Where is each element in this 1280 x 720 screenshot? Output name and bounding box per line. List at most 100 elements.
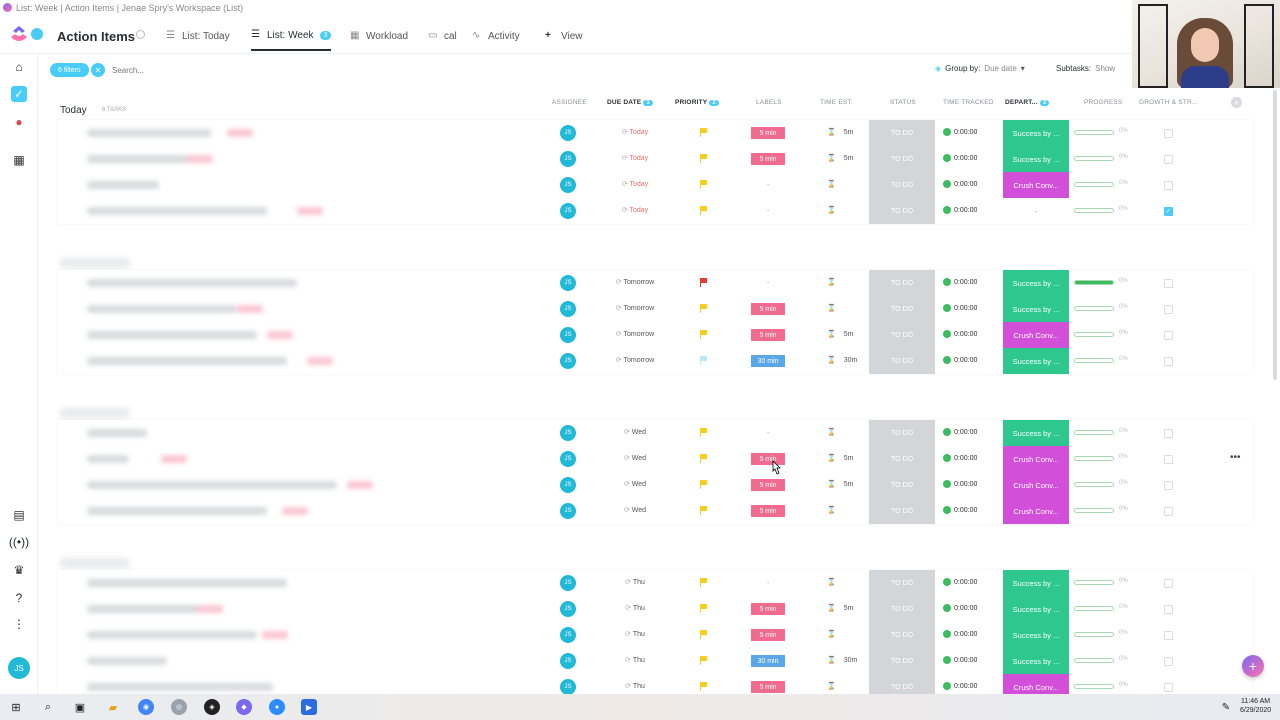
priority-flag-icon[interactable] [700,154,708,163]
task-row[interactable]: JS ⟳ Today - ⌛ TO DO 0:00:00 Crush Conv... 0% [57,172,1253,198]
department-dropdown[interactable]: Success by ... [1003,296,1069,322]
timer-play-icon[interactable] [943,180,951,188]
timer-play-icon[interactable] [943,480,951,488]
priority-flag-icon[interactable] [700,128,708,137]
status-badge[interactable]: TO DO [869,570,935,596]
department-dropdown[interactable]: Success by ... [1003,270,1069,296]
growth-checkbox[interactable] [1164,455,1173,464]
department-dropdown[interactable]: - [1003,198,1069,224]
timer-play-icon[interactable] [943,278,951,286]
label-tag[interactable]: 5 min [751,681,785,693]
time-estimate[interactable]: ⌛ [827,630,844,638]
label-tag[interactable]: 5 min [751,303,785,315]
assignee-avatar[interactable]: JS [560,653,576,669]
growth-checkbox[interactable] [1164,481,1173,490]
growth-checkbox[interactable] [1164,279,1173,288]
due-date[interactable]: ⟳ Today [606,180,664,188]
task-name-blurred[interactable] [87,507,267,515]
tab-activity[interactable]: ∿ Activity [472,24,520,48]
priority-flag-icon[interactable] [700,330,708,339]
time-tracked[interactable]: 0:00:00 [943,154,977,162]
due-date[interactable]: ⟳ Tomorrow [606,356,664,364]
task-name-blurred[interactable] [87,579,287,587]
chrome-icon[interactable]: ◉ [138,699,154,715]
time-estimate[interactable]: ⌛ [827,180,844,188]
assignee-avatar[interactable]: JS [560,151,576,167]
status-badge[interactable]: TO DO [869,498,935,524]
task-name-blurred[interactable] [87,605,199,613]
time-tracked[interactable]: 0:00:00 [943,454,977,462]
department-dropdown[interactable]: Success by ... [1003,120,1069,146]
assignee-avatar[interactable]: JS [560,125,576,141]
time-estimate[interactable]: ⌛ [827,206,844,214]
due-date[interactable]: ⟳ Wed [606,480,664,488]
department-dropdown[interactable]: Crush Conv... [1003,446,1069,472]
task-name-blurred[interactable] [87,331,257,339]
department-dropdown[interactable]: Success by ... [1003,648,1069,674]
column-department[interactable]: DEPART... 3 [1005,99,1050,106]
time-estimate[interactable]: ⌛ 5m [827,604,853,612]
time-estimate[interactable]: ⌛ [827,428,844,436]
goals-icon[interactable]: ♛ [11,562,27,578]
help-icon[interactable]: ? [11,590,27,606]
growth-checkbox[interactable] [1164,305,1173,314]
task-row[interactable]: JS ⟳ Thu 5 min ⌛ 5m TO DO 0:00:00 Success by ..… [57,596,1253,622]
label-tag[interactable]: 30 min [751,655,785,667]
time-tracked[interactable]: 0:00:00 [943,578,977,586]
time-estimate[interactable]: ⌛ [827,278,844,286]
priority-flag-icon[interactable] [700,356,708,365]
label-tag[interactable]: 5 min [751,153,785,165]
time-tracked[interactable]: 0:00:00 [943,278,977,286]
time-tracked[interactable]: 0:00:00 [943,630,977,638]
time-estimate[interactable]: ⌛ 5m [827,480,853,488]
status-badge[interactable]: TO DO [869,322,935,348]
more-icon[interactable]: ⋮ [11,616,27,632]
priority-flag-icon[interactable] [700,506,708,515]
department-dropdown[interactable]: Success by ... [1003,596,1069,622]
task-name-blurred[interactable] [87,631,257,639]
search-input[interactable] [112,62,312,78]
task-row[interactable]: JS ⟳ Wed 5 min ⌛ 5m TO DO 0:00:00 Crush Conv...… [57,472,1253,498]
label-tag[interactable]: 5 min [751,127,785,139]
department-dropdown[interactable]: Success by ... [1003,420,1069,446]
priority-flag-icon[interactable] [700,278,708,287]
task-row[interactable]: JS ⟳ Wed 5 min ⌛ 5m TO DO 0:00:00 Crush Conv...… [57,446,1253,472]
growth-checkbox[interactable] [1164,429,1173,438]
tasks-icon[interactable]: ✓ [11,86,27,102]
timer-play-icon[interactable] [943,506,951,514]
assignee-avatar[interactable]: JS [560,203,576,219]
growth-checkbox[interactable] [1164,683,1173,692]
growth-checkbox[interactable] [1164,357,1173,366]
add-view-button[interactable]: + View [545,24,583,48]
search-icon[interactable]: ⌕ [40,699,56,715]
growth-checkbox[interactable] [1164,657,1173,666]
column-priority[interactable]: PRIORITY 2 [675,99,719,106]
priority-flag-icon[interactable] [700,428,708,437]
due-date[interactable]: ⟳ Wed [606,506,664,514]
task-row[interactable]: JS ⟳ Thu - ⌛ TO DO 0:00:00 Success by ... 0% [57,570,1253,596]
system-clock[interactable]: 11:46 AM 6/29/2020 [1240,697,1271,715]
assignee-avatar[interactable]: JS [560,601,576,617]
column-due-date[interactable]: DUE DATE 1 [607,99,653,106]
time-tracked[interactable]: 0:00:00 [943,604,977,612]
status-badge[interactable]: TO DO [869,622,935,648]
task-name-blurred[interactable] [87,481,337,489]
time-tracked[interactable]: 0:00:00 [943,480,977,488]
priority-flag-icon[interactable] [700,604,708,613]
column-time-tracked[interactable]: TIME TRACKED [943,99,994,106]
assignee-avatar[interactable]: JS [560,353,576,369]
timer-play-icon[interactable] [943,128,951,136]
task-name-blurred[interactable] [87,657,167,665]
label-empty[interactable]: - [751,577,785,589]
time-tracked[interactable]: 0:00:00 [943,206,977,214]
label-tag[interactable]: 5 min [751,629,785,641]
timer-play-icon[interactable] [943,604,951,612]
priority-flag-icon[interactable] [700,206,708,215]
status-badge[interactable]: TO DO [869,296,935,322]
label-tag[interactable]: 5 min [751,479,785,491]
task-row[interactable]: JS ⟳ Today - ⌛ TO DO 0:00:00 - 0% ✓ [57,198,1253,224]
growth-checkbox[interactable] [1164,631,1173,640]
department-dropdown[interactable]: Crush Conv... [1003,172,1069,198]
time-estimate[interactable]: ⌛ [827,578,844,586]
time-estimate[interactable]: ⌛ 5m [827,454,853,462]
